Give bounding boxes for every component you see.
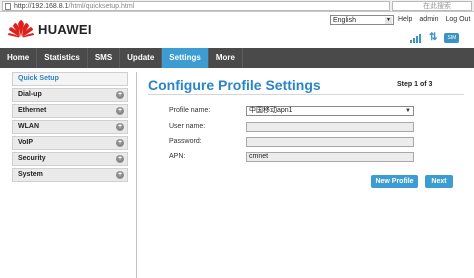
step-indicator: Step 1 of 3 (397, 81, 433, 88)
sim-card-icon: SIM (444, 33, 460, 43)
chevron-down-icon: ▼ (405, 108, 411, 114)
sidebar: Quick Setup Dial-up + Ethernet + WLAN + … (12, 72, 128, 184)
status-icons: ⇅ SIM (410, 32, 460, 43)
sidebar-item-quick-setup[interactable]: Quick Setup (12, 72, 128, 86)
expand-icon: + (116, 91, 124, 99)
profile-name-select[interactable]: 中国移动apn1 ▼ (246, 106, 414, 116)
browser-search-input[interactable]: 在此搜索 (392, 1, 472, 11)
sidebar-item-label: Dial-up (18, 91, 42, 98)
main-nav: Home Statistics SMS Update Settings More (0, 48, 474, 68)
sidebar-item-label: System (18, 171, 43, 178)
expand-icon: + (116, 171, 124, 179)
tab-update[interactable]: Update (120, 48, 163, 68)
sidebar-item-ethernet[interactable]: Ethernet + (12, 104, 128, 118)
apn-field[interactable]: cmnet (246, 152, 414, 162)
title-divider (148, 94, 464, 95)
url-host: http://192.168.8.1 (14, 2, 69, 10)
browser-toolbar: http://192.168.8.1 /html/quicksetup.html… (0, 0, 474, 12)
sidebar-item-system[interactable]: System + (12, 168, 128, 182)
expand-icon: + (116, 107, 124, 115)
sidebar-item-label: VoIP (18, 139, 34, 146)
tab-more[interactable]: More (209, 48, 243, 68)
username-field[interactable] (246, 122, 414, 132)
tab-settings[interactable]: Settings (162, 48, 209, 68)
sidebar-item-label: Ethernet (18, 107, 47, 114)
sidebar-item-label: WLAN (18, 123, 39, 130)
signal-strength-icon (410, 34, 422, 43)
apn-label: APN: (169, 153, 186, 160)
username: admin (419, 16, 439, 23)
divider (136, 72, 137, 278)
expand-icon: + (116, 155, 124, 163)
new-profile-button[interactable]: New Profile (371, 175, 418, 188)
url-path: /html/quicksetup.html (68, 2, 135, 10)
expand-icon: + (116, 123, 124, 131)
tab-sms[interactable]: SMS (88, 48, 121, 68)
sidebar-item-label: Security (18, 155, 46, 162)
page-icon (5, 2, 11, 10)
expand-icon: + (116, 139, 124, 147)
username-label: User name: (169, 123, 206, 130)
language-select[interactable]: English ▼ (330, 15, 394, 25)
brand-name: HUAWEI (38, 21, 92, 37)
chevron-down-icon: ▼ (385, 17, 392, 24)
sidebar-item-voip[interactable]: VoIP + (12, 136, 128, 150)
logout-link[interactable]: Log Out (445, 16, 470, 23)
sidebar-item-label: Quick Setup (18, 75, 59, 82)
sidebar-item-security[interactable]: Security + (12, 152, 128, 166)
header-links: Help admin Log Out (398, 16, 470, 23)
huawei-logo: HUAWEI (8, 20, 92, 38)
sidebar-item-wlan[interactable]: WLAN + (12, 120, 128, 134)
next-button[interactable]: Next (425, 175, 453, 188)
page-title: Configure Profile Settings (148, 77, 321, 93)
huawei-flower-icon (8, 20, 34, 38)
profile-name-label: Profile name: (169, 107, 211, 114)
address-bar[interactable]: http://192.168.8.1 /html/quicksetup.html (2, 1, 390, 11)
tab-home[interactable]: Home (0, 48, 38, 68)
password-label: Password: (169, 138, 202, 145)
language-value: English (333, 17, 356, 24)
data-transfer-icon: ⇅ (429, 32, 438, 43)
profile-name-value: 中国移动apn1 (249, 107, 293, 114)
password-field[interactable] (246, 137, 414, 147)
tab-statistics[interactable]: Statistics (37, 48, 88, 68)
sidebar-item-dial-up[interactable]: Dial-up + (12, 88, 128, 102)
help-link[interactable]: Help (398, 16, 412, 23)
page-header: HUAWEI English ▼ Help admin Log Out ⇅ SI… (0, 12, 474, 48)
